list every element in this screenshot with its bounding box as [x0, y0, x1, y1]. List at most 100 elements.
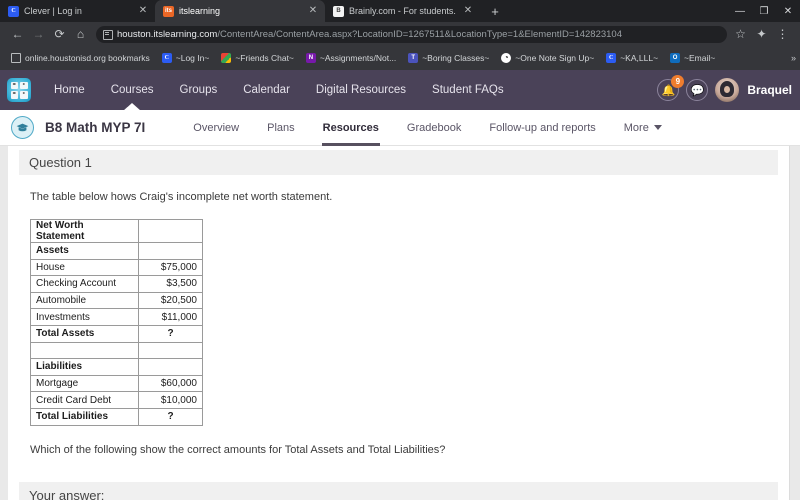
table-row: Credit Card Debt $10,000 [30, 391, 203, 409]
bookmark-item[interactable]: ◔ ~One Note Sign Up~ [495, 48, 600, 68]
address-bar[interactable]: houston.itslearning.com/ContentArea/Cont… [96, 25, 727, 43]
table-row: Assets [30, 242, 203, 260]
bookmark-item[interactable]: ~Friends Chat~ [215, 48, 300, 68]
messages-button[interactable]: 💬 [686, 79, 709, 101]
nav-item-digital-resources[interactable]: Digital Resources [303, 70, 419, 110]
tab-gradebook[interactable]: Gradebook [393, 110, 475, 146]
tab-title: Brainly.com - For students. By st... [349, 6, 457, 16]
table-row: Checking Account $3,500 [30, 275, 203, 293]
table-cell-value [138, 358, 203, 376]
tab-strip: C Clever | Log in ✕ its itslearning ✕ B … [0, 0, 800, 22]
reload-icon[interactable]: ⟳ [49, 24, 70, 45]
bookmarks-overflow-icon[interactable]: » [791, 46, 796, 70]
table-cell-value [138, 242, 203, 260]
browser-tab[interactable]: B Brainly.com - For students. By st... ✕ [325, 0, 480, 22]
table-cell-label: Liabilities [30, 358, 139, 376]
question-follow-up: Which of the following show the correct … [30, 443, 446, 456]
bookmark-label: ~Assignments/Not... [319, 53, 397, 63]
table-cell-value: ? [138, 324, 203, 343]
user-name[interactable]: Braquel [747, 83, 792, 97]
table-row: Mortgage $60,000 [30, 374, 203, 393]
table-cell-label: Total Assets [30, 324, 139, 343]
bookmark-item[interactable]: online.houstonisd.org bookmarks [5, 48, 156, 68]
nav-item-calendar[interactable]: Calendar [230, 70, 303, 110]
bookmark-item[interactable]: O ~Email~ [664, 48, 721, 68]
itslearning-logo[interactable] [7, 78, 31, 102]
bookmark-item[interactable]: T ~Boring Classes~ [402, 48, 495, 68]
answer-label: Your answer: [29, 488, 105, 500]
table-row: Investments $11,000 [30, 308, 203, 326]
browser-tab[interactable]: C Clever | Log in ✕ [0, 0, 155, 22]
back-icon[interactable]: ← [7, 24, 28, 45]
site-info-icon[interactable] [103, 29, 113, 40]
tab-resources[interactable]: Resources [309, 110, 393, 146]
table-cell-value: $75,000 [138, 258, 203, 277]
tab-follow-up-and-reports[interactable]: Follow-up and reports [475, 110, 609, 146]
close-icon[interactable]: ✕ [137, 5, 149, 17]
maximize-icon[interactable]: ❐ [752, 0, 776, 22]
table-cell-label: House [30, 258, 139, 277]
clever-icon: C [8, 5, 19, 17]
bookmarks-bar: online.houstonisd.org bookmarks C ~Log I… [0, 46, 800, 70]
table-cell-value: $60,000 [138, 374, 203, 393]
table-cell-label: Investments [30, 308, 139, 326]
question-header-label: Question 1 [29, 155, 92, 170]
url-domain: houston.itslearning.com [117, 28, 218, 40]
tab-plans[interactable]: Plans [253, 110, 309, 146]
bookmark-star-icon[interactable]: ☆ [730, 24, 751, 45]
table-cell-label: Net Worth Statement [30, 219, 139, 243]
table-row: Total Liabilities ? [30, 407, 203, 426]
tab-overview[interactable]: Overview [179, 110, 253, 146]
tab-more[interactable]: More [610, 110, 676, 146]
table-row: Automobile $20,500 [30, 291, 203, 310]
close-icon[interactable]: ✕ [307, 5, 319, 17]
notifications-button[interactable]: 🔔 9 [657, 75, 685, 101]
onenote-icon: N [305, 53, 316, 63]
tab-title: itslearning [179, 6, 221, 16]
table-cell-label: Mortgage [30, 374, 139, 393]
table-cell-value: $10,000 [138, 391, 203, 409]
nav-item-home[interactable]: Home [41, 70, 98, 110]
clever-icon: C [606, 53, 617, 63]
browser-tab-active[interactable]: its itslearning ✕ [155, 0, 325, 22]
itslearning-icon: its [163, 5, 174, 17]
folder-icon [11, 53, 21, 63]
question-prompt: The table below hows Craig's incomplete … [30, 191, 333, 203]
global-nav-right: 🔔 9 💬 Braquel [657, 70, 792, 110]
user-avatar[interactable] [715, 78, 740, 102]
extensions-icon[interactable]: ✦ [751, 24, 772, 45]
chat-bubble-icon: 💬 [690, 84, 705, 97]
nav-item-groups[interactable]: Groups [167, 70, 231, 110]
net-worth-statement-table: Net Worth Statement Assets House $75,000 [30, 219, 203, 426]
browser-menu-icon[interactable]: ⋮ [772, 24, 793, 45]
table-cell-value: $11,000 [138, 308, 203, 326]
table-body: Net Worth Statement Assets House $75,000 [30, 219, 203, 426]
answer-section-header: Your answer: [19, 481, 778, 500]
bookmark-item[interactable]: N ~Assignments/Not... [300, 48, 402, 68]
table-row-spacer [30, 341, 203, 360]
close-window-icon[interactable]: ✕ [776, 0, 800, 22]
table-cell-value: ? [138, 407, 203, 426]
table-row: Liabilities [30, 358, 203, 376]
table-row: Total Assets ? [30, 324, 203, 343]
new-tab-button[interactable]: + [484, 0, 506, 22]
question-header: Question 1 [19, 150, 778, 175]
forward-icon[interactable]: → [28, 24, 49, 45]
bookmark-label: online.houstonisd.org bookmarks [25, 53, 150, 63]
bookmark-label: ~One Note Sign Up~ [515, 53, 595, 63]
close-icon[interactable]: ✕ [462, 5, 474, 17]
nav-item-courses[interactable]: Courses [98, 70, 167, 110]
globe-icon: ◔ [501, 53, 512, 63]
bookmark-item[interactable]: C ~Log In~ [156, 48, 216, 68]
chevron-down-icon [653, 125, 662, 130]
home-icon[interactable]: ⌂ [70, 24, 91, 45]
bookmark-item[interactable]: C ~KA,LLL~ [600, 48, 664, 68]
bookmark-label: ~Boring Classes~ [422, 53, 490, 63]
page-viewport: Home Courses Groups Calendar Digital Res… [0, 70, 800, 500]
graduation-cap-icon [11, 116, 34, 139]
content-background: Question 1 The table below hows Craig's … [0, 146, 800, 500]
notification-count-badge: 9 [671, 75, 685, 88]
nav-item-student-faqs[interactable]: Student FAQs [419, 70, 517, 110]
minimize-icon[interactable]: — [728, 0, 752, 22]
table-cell-label: Assets [30, 242, 139, 260]
